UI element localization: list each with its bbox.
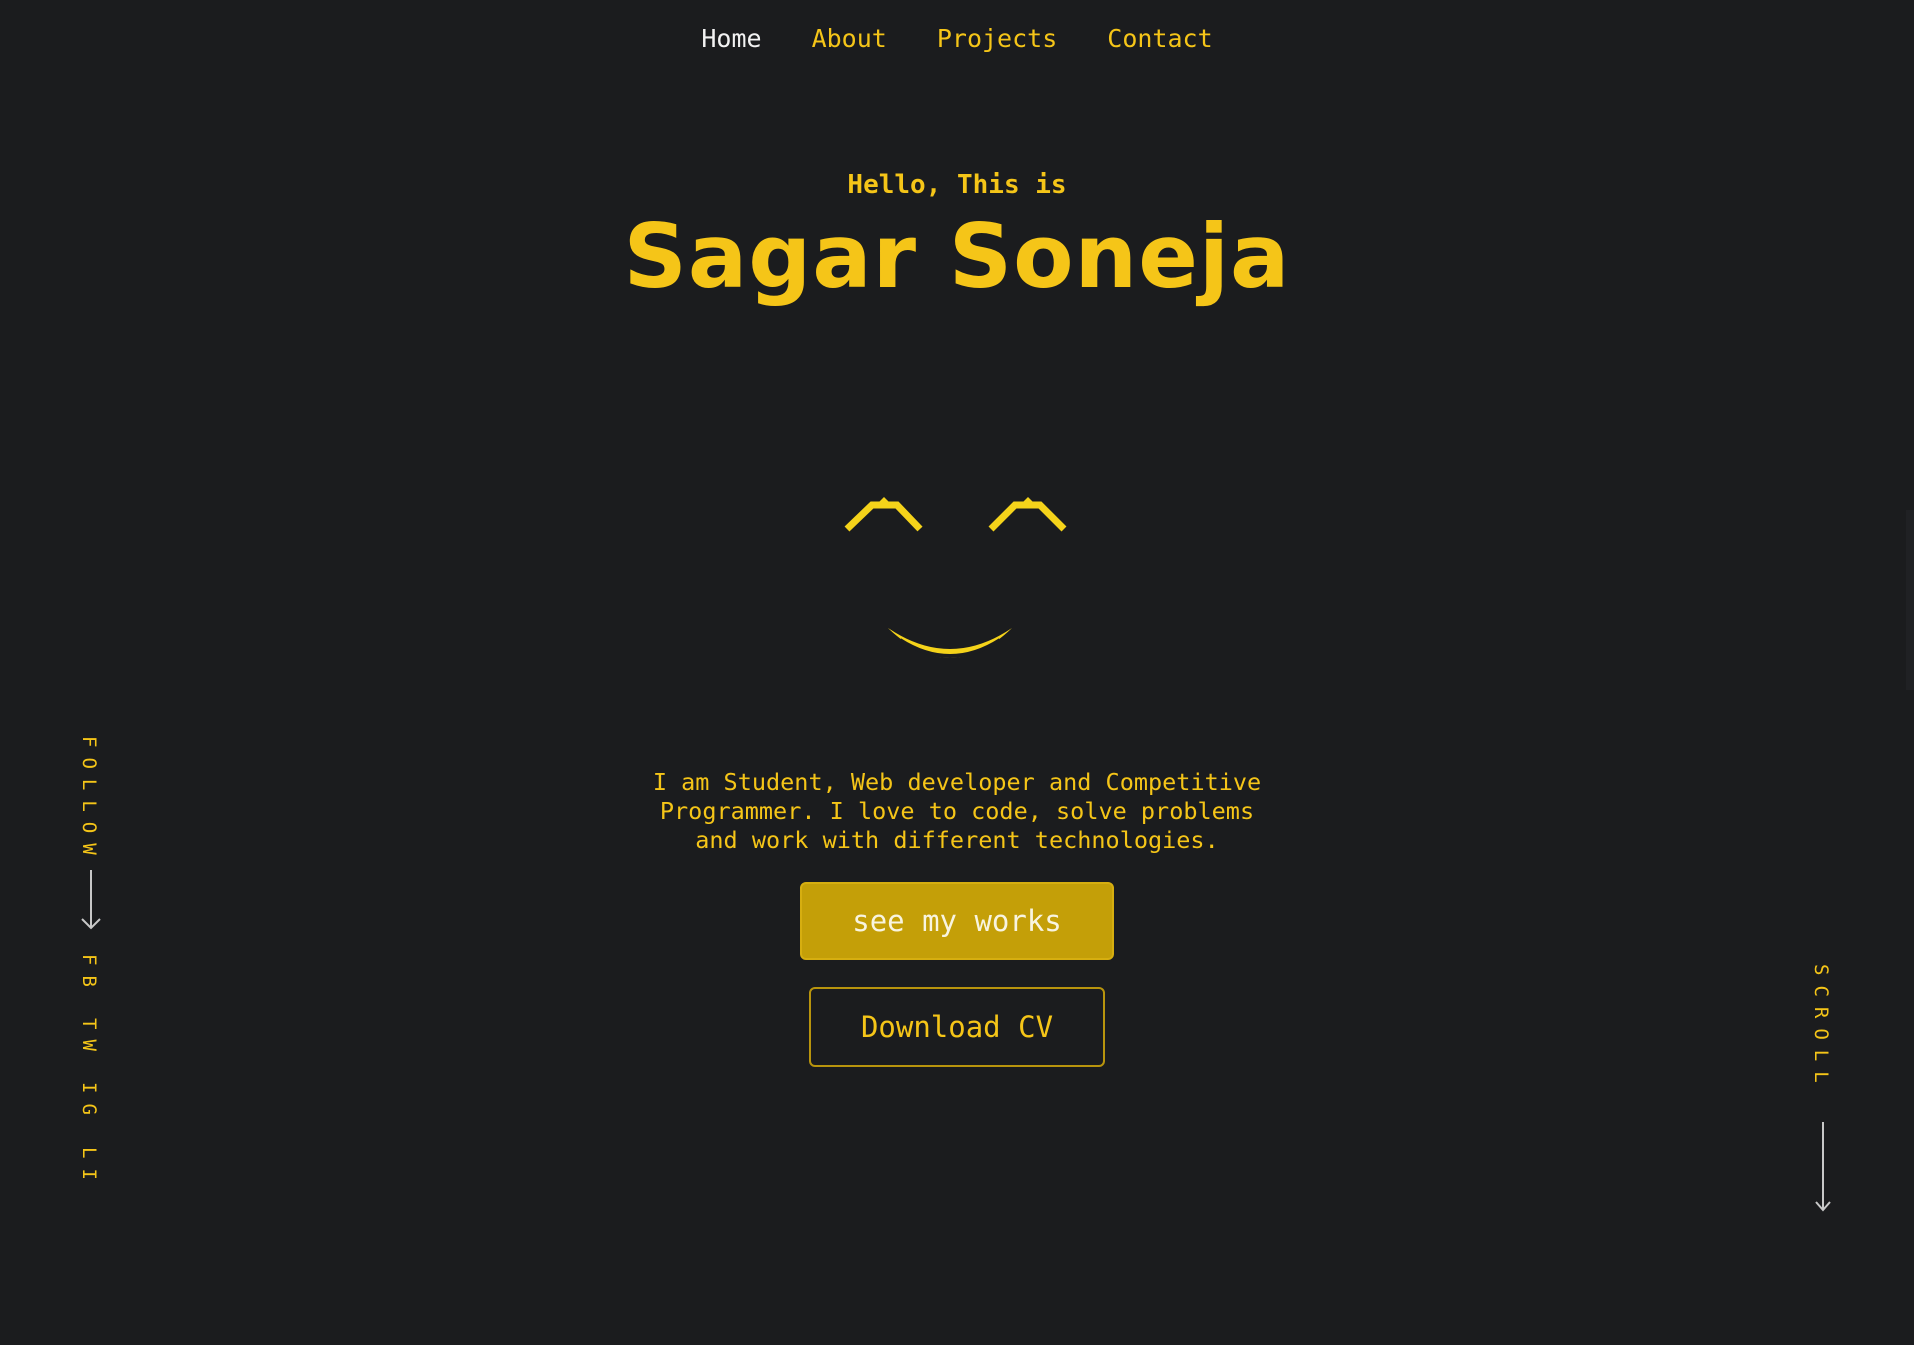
nav-projects[interactable]: Projects — [937, 24, 1057, 53]
nav-about[interactable]: About — [812, 24, 887, 53]
nav-contact[interactable]: Contact — [1107, 24, 1212, 53]
nav-home[interactable]: Home — [701, 24, 761, 53]
hero-description: I am Student, Web developer and Competit… — [652, 768, 1262, 854]
see-my-works-button[interactable]: see my works — [800, 882, 1114, 960]
hero-name: Sagar Soneja — [623, 205, 1291, 308]
social-link-li[interactable]: LI — [78, 1147, 100, 1190]
social-link-tw[interactable]: TW — [78, 1018, 100, 1061]
right-eye-peak — [1020, 497, 1036, 505]
left-eye-peak — [876, 497, 892, 505]
hero-greeting: Hello, This is — [847, 170, 1067, 200]
scroll-label[interactable]: SCROLL — [1810, 964, 1832, 1093]
scroll-arrow-down-icon — [1815, 1122, 1831, 1212]
left-eye — [844, 501, 923, 532]
scrollbar-track[interactable] — [1906, 510, 1914, 690]
smiley-face-icon — [844, 497, 1067, 658]
mouth — [888, 628, 1012, 658]
download-cv-button[interactable]: Download CV — [809, 987, 1105, 1067]
right-eye — [988, 501, 1067, 532]
main-nav: Home About Projects Contact — [0, 24, 1914, 53]
arrow-down-icon — [81, 870, 101, 930]
follow-label: FOLLOW — [78, 736, 100, 865]
social-link-fb[interactable]: FB — [78, 954, 100, 997]
mouth-gap — [898, 638, 1002, 658]
social-link-ig[interactable]: IG — [78, 1082, 100, 1125]
